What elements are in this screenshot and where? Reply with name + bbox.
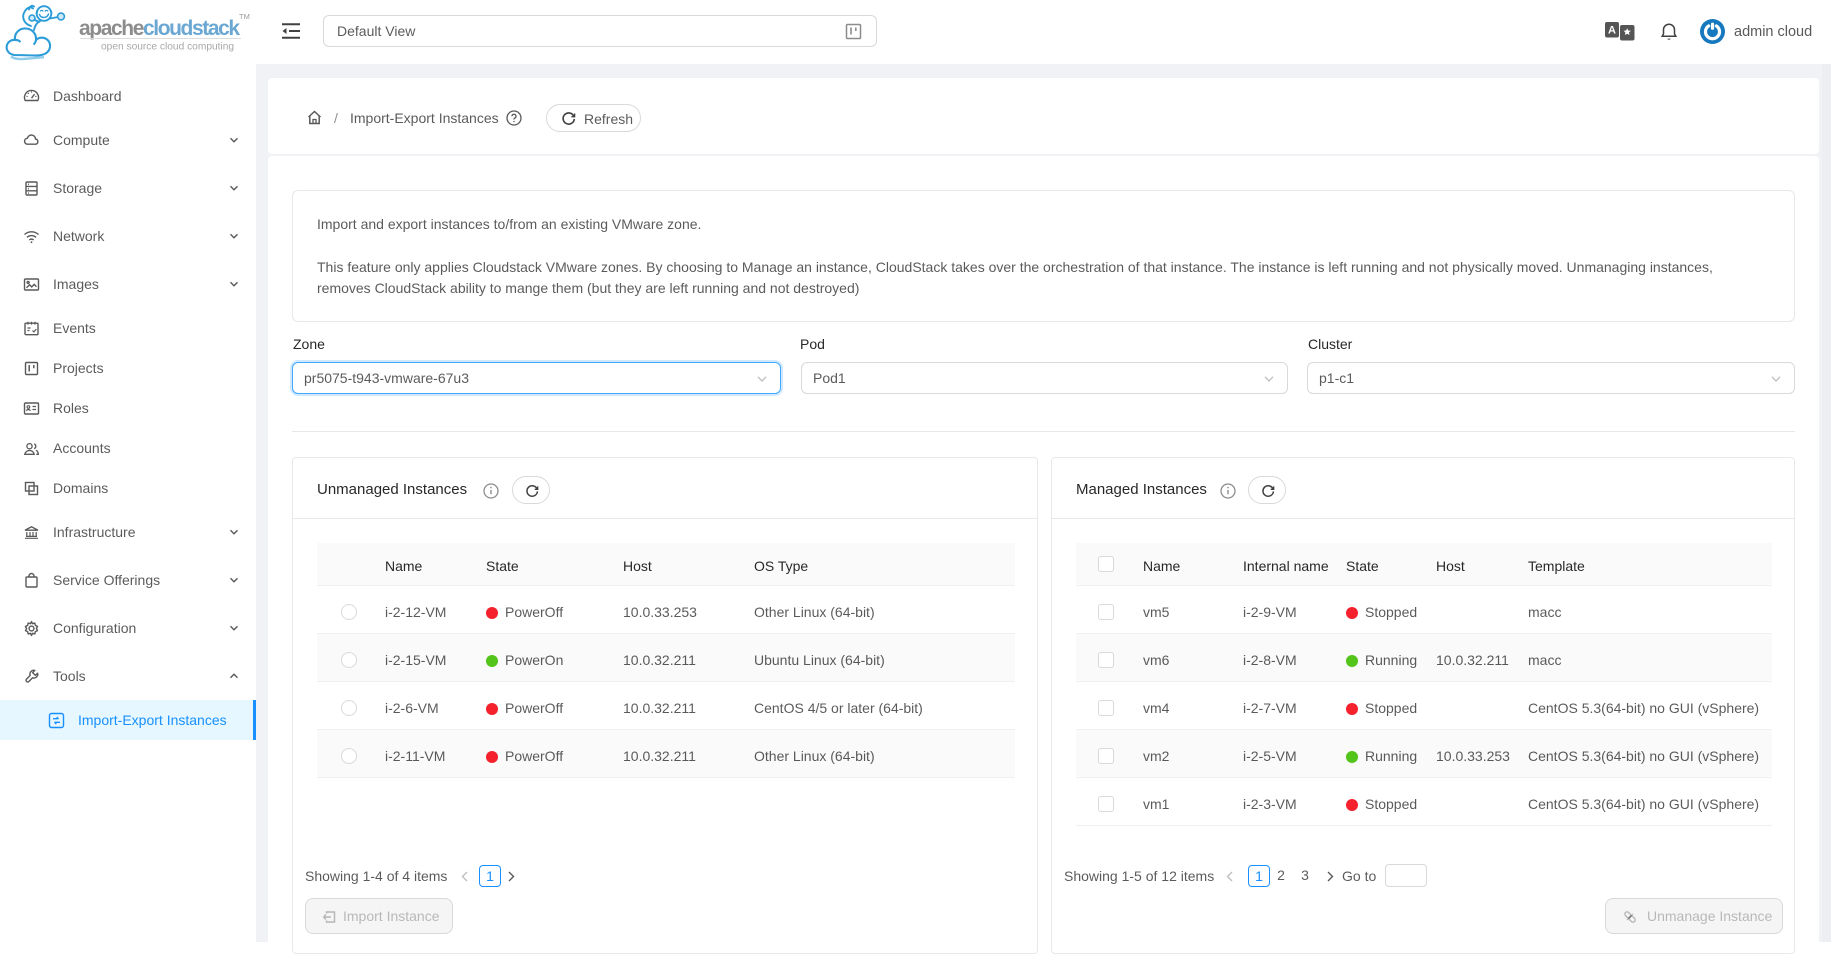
svg-text:apachecloudstack: apachecloudstack xyxy=(79,17,240,40)
svg-text:open source cloud computing: open source cloud computing xyxy=(101,42,234,53)
svg-text:A: A xyxy=(1608,25,1616,37)
svg-text:TM: TM xyxy=(239,12,250,21)
